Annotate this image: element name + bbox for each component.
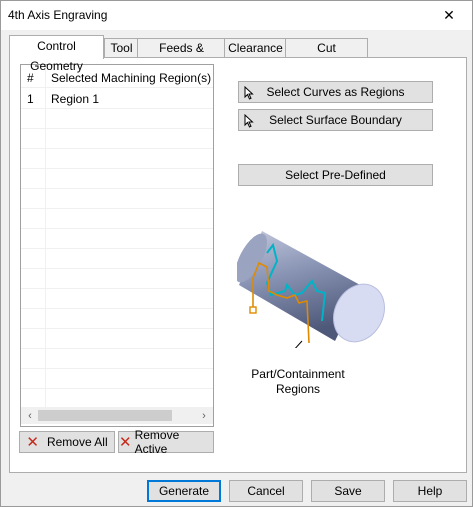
horizontal-scrollbar[interactable]: ‹ › xyxy=(21,407,213,424)
empty-row xyxy=(21,329,213,349)
window-title: 4th Axis Engraving xyxy=(8,8,108,22)
scroll-thumb[interactable] xyxy=(38,410,172,421)
save-button[interactable]: Save xyxy=(311,480,385,502)
select-curves-label: Select Curves as Regions xyxy=(266,85,405,99)
empty-row xyxy=(21,269,213,289)
generate-button[interactable]: Generate xyxy=(147,480,221,502)
row-region-name: Region 1 xyxy=(51,92,100,106)
empty-row xyxy=(21,129,213,149)
remove-all-button[interactable]: ✕ Remove All xyxy=(19,431,115,453)
delete-icon: ✕ xyxy=(119,434,132,451)
empty-row xyxy=(21,189,213,209)
delete-icon: ✕ xyxy=(26,434,39,451)
help-button[interactable]: Help xyxy=(393,480,467,502)
empty-row xyxy=(21,169,213,189)
caption-line2: Regions xyxy=(275,382,321,396)
remove-active-label: Remove Active xyxy=(134,428,180,456)
containment-start-marker xyxy=(249,306,257,314)
tab-tool[interactable]: Tool xyxy=(104,38,139,58)
cancel-button[interactable]: Cancel xyxy=(229,480,303,502)
select-curves-button[interactable]: Select Curves as Regions xyxy=(238,81,433,103)
select-surface-label: Select Surface Boundary xyxy=(269,113,402,127)
cursor-arrow-icon xyxy=(244,86,254,100)
empty-row xyxy=(21,109,213,129)
row-number: 1 xyxy=(27,92,34,106)
close-icon[interactable]: ✕ xyxy=(426,1,472,30)
cursor-arrow-icon xyxy=(244,114,254,128)
select-predefined-label: Select Pre-Defined xyxy=(285,168,386,182)
empty-row xyxy=(21,229,213,249)
tab-feeds-speeds[interactable]: Feeds & Speeds xyxy=(137,38,226,73)
cylinder-illustration xyxy=(237,231,385,348)
caption-line1: Part/Containment xyxy=(251,367,345,381)
empty-row xyxy=(21,249,213,269)
tab-control-geometry-active[interactable]: Control Geometry xyxy=(9,35,104,73)
scroll-left-icon[interactable]: ‹ xyxy=(22,408,38,424)
empty-row xyxy=(21,309,213,329)
list-item[interactable]: 1 Region 1 xyxy=(21,89,213,109)
scroll-right-icon[interactable]: › xyxy=(196,408,212,424)
caption-leader-line xyxy=(294,340,303,348)
empty-row xyxy=(21,289,213,309)
select-predefined-button[interactable]: Select Pre-Defined xyxy=(238,164,433,186)
remove-active-button[interactable]: ✕ Remove Active xyxy=(118,428,214,456)
region-list[interactable]: # Selected Machining Region(s) 1 Region … xyxy=(20,64,214,427)
illustration-caption: Part/Containment Regions xyxy=(233,367,363,397)
empty-row xyxy=(21,369,213,389)
empty-row xyxy=(21,209,213,229)
select-surface-boundary-button[interactable]: Select Surface Boundary xyxy=(238,109,433,131)
title-bar: 4th Axis Engraving ✕ xyxy=(1,1,472,30)
empty-row xyxy=(21,149,213,169)
remove-all-label: Remove All xyxy=(46,435,108,449)
tab-clearance[interactable]: Clearance xyxy=(224,38,287,58)
tab-cut-parameters[interactable]: Cut Parameters xyxy=(285,38,368,73)
dialog-window: 4th Axis Engraving ✕ Control Geometry To… xyxy=(0,0,473,507)
empty-row xyxy=(21,349,213,369)
